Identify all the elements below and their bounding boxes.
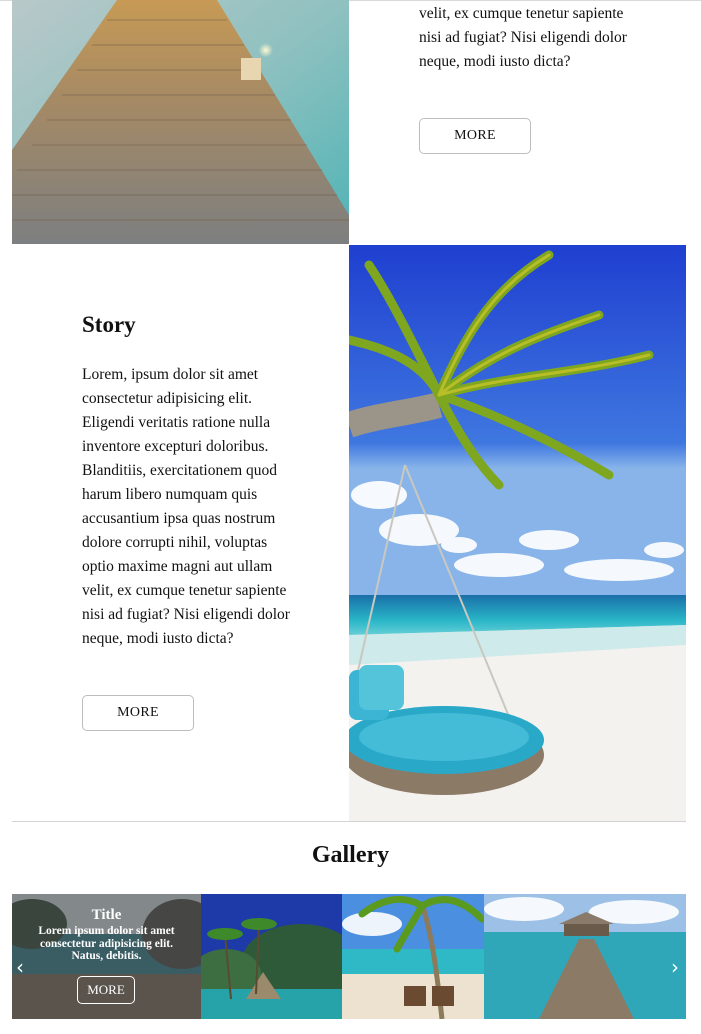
story-paragraph: Lorem, ipsum dolor sit amet consectetur … (82, 366, 290, 647)
gallery-item-title: Title (91, 907, 122, 923)
section-divider (12, 821, 686, 822)
gallery-item-more-button[interactable]: MORE (77, 976, 135, 1004)
chevron-left-icon[interactable]: ‹ (13, 954, 27, 980)
gallery-item-1-overlay: Title Lorem ipsum dolor sit amet consect… (12, 894, 201, 1019)
gallery-item-2[interactable] (201, 894, 342, 1019)
gallery-heading: Gallery (311, 842, 390, 868)
row1-more-button[interactable]: MORE (419, 118, 531, 154)
palm-hammock-image (349, 245, 686, 821)
pier-sunset-image (12, 0, 349, 244)
row1-paragraph: velit, ex cumque tenetur sapiente nisi a… (419, 5, 627, 70)
story-heading: Story (82, 312, 136, 337)
chevron-right-icon[interactable]: › (668, 954, 682, 980)
gallery-item-1[interactable]: Title Lorem ipsum dolor sit amet consect… (12, 894, 201, 1019)
gallery-carousel: Title Lorem ipsum dolor sit amet consect… (12, 894, 686, 1019)
story-more-button[interactable]: MORE (82, 695, 194, 731)
gallery-item-text: Lorem ipsum dolor sit amet consectetur a… (38, 925, 175, 962)
gallery-item-3[interactable] (342, 894, 484, 1019)
gallery-item-4[interactable] (484, 894, 686, 1019)
